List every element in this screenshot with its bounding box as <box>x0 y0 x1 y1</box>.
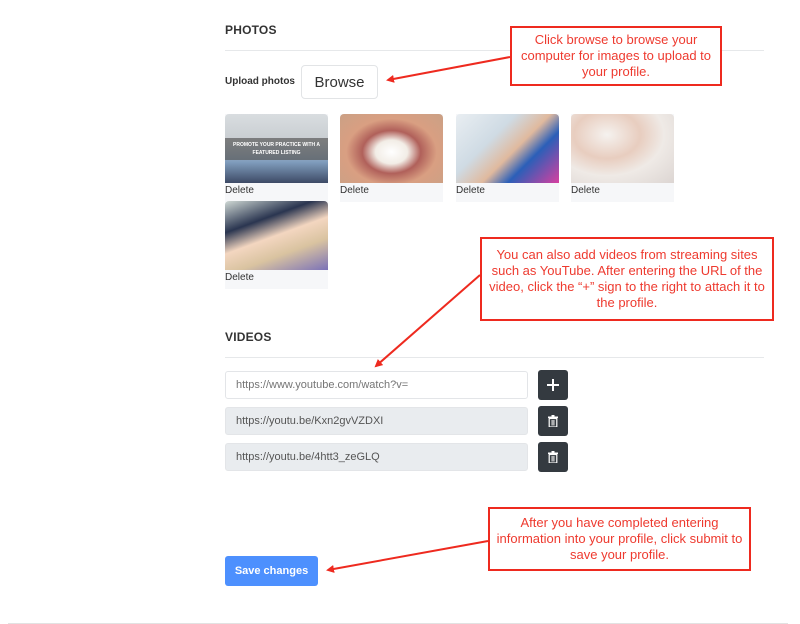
photo-thumbnail <box>456 114 559 183</box>
save-callout: After you have completed entering inform… <box>488 507 751 571</box>
browse-arrow <box>386 56 511 83</box>
photo-item: Delete <box>456 114 559 202</box>
video-url-input[interactable] <box>225 371 528 399</box>
photo-item: Delete <box>225 201 328 289</box>
save-changes-button[interactable]: Save changes <box>225 556 318 586</box>
delete-photo-link[interactable]: Delete <box>456 183 559 196</box>
video-url-field[interactable]: https://youtu.be/Kxn2gvVZDXI <box>225 407 528 435</box>
add-video-button[interactable] <box>538 370 568 400</box>
trash-icon <box>548 415 558 427</box>
trash-icon <box>548 451 558 463</box>
save-arrow <box>326 540 489 573</box>
photo-item: PROMOTE YOUR PRACTICE WITH A FEATURED LI… <box>225 114 328 202</box>
upload-photos-label: Upload photos <box>225 76 295 87</box>
delete-photo-link[interactable]: Delete <box>225 270 328 283</box>
video-arrow <box>374 274 481 368</box>
delete-photo-link[interactable]: Delete <box>571 183 674 196</box>
photos-section-title: PHOTOS <box>225 23 277 37</box>
photo-item: Delete <box>340 114 443 202</box>
video-callout: You can also add videos from streaming s… <box>480 237 774 321</box>
photo-thumbnail: PROMOTE YOUR PRACTICE WITH A FEATURED LI… <box>225 114 328 183</box>
browse-button[interactable]: Browse <box>301 65 378 99</box>
video-url-field[interactable]: https://youtu.be/4htt3_zeGLQ <box>225 443 528 471</box>
delete-photo-link[interactable]: Delete <box>340 183 443 196</box>
browse-callout: Click browse to browse your computer for… <box>510 26 722 86</box>
delete-photo-link[interactable]: Delete <box>225 183 328 196</box>
remove-video-button[interactable] <box>538 442 568 472</box>
photo-overlay-text: PROMOTE YOUR PRACTICE WITH A FEATURED LI… <box>225 138 328 160</box>
videos-divider <box>225 357 764 358</box>
videos-section-title: VIDEOS <box>225 330 272 344</box>
photo-item: Delete <box>571 114 674 202</box>
plus-icon <box>547 379 559 391</box>
remove-video-button[interactable] <box>538 406 568 436</box>
photo-thumbnail <box>340 114 443 183</box>
photo-thumbnail <box>571 114 674 183</box>
photo-thumbnail <box>225 201 328 270</box>
